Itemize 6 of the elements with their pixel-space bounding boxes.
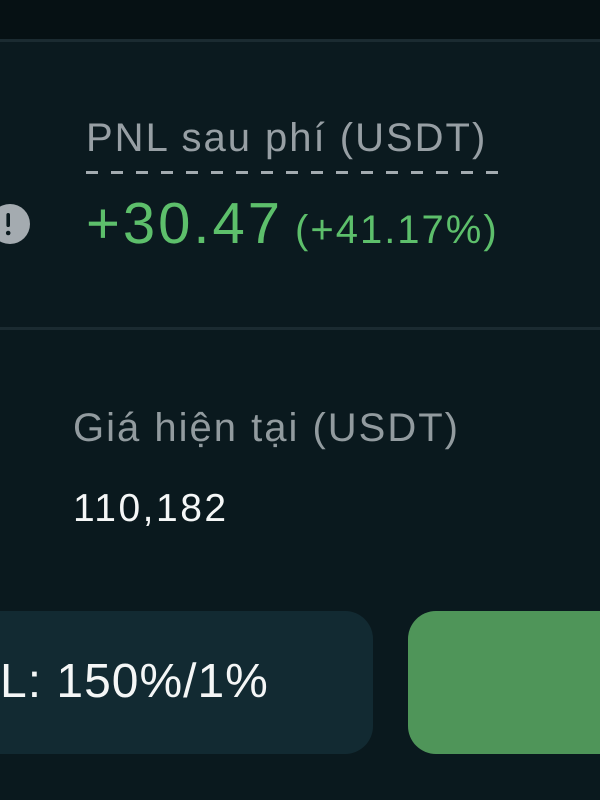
pnl-value: +30.47 [86,192,284,256]
pnl-percent: (+41.17%) [295,208,499,252]
price-value: 110,182 [73,486,229,532]
percent-button[interactable]: L: 150%/1% [0,610,373,754]
price-label: Giá hiện tại (USDT) [73,405,460,452]
alert-icon[interactable] [0,204,30,244]
